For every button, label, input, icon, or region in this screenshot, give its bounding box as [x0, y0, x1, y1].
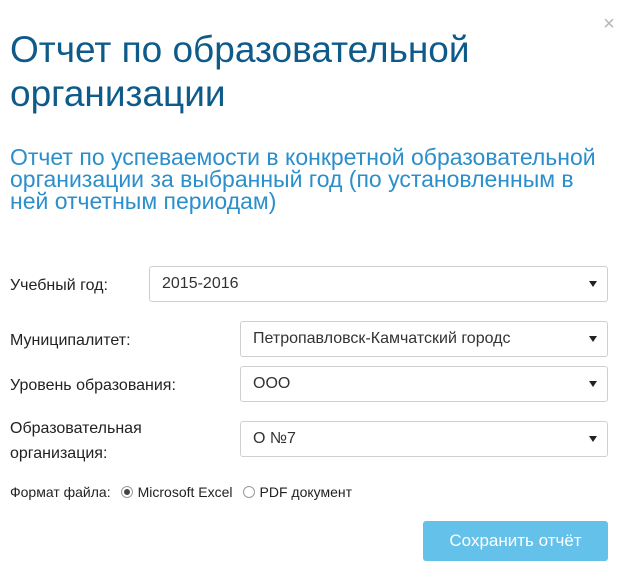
radio-icon[interactable]: [120, 486, 133, 498]
municipality-label: Муниципалитет:: [10, 332, 131, 349]
education-level-label: Уровень образования:: [10, 377, 176, 394]
dialog-title: Отчет по образовательной организации: [10, 29, 470, 114]
file-format-row: Формат файла: Microsoft Excel PDF докуме…: [10, 482, 352, 502]
format-option-excel-label: Microsoft Excel: [137, 484, 233, 500]
academic-year-label: Учебный год:: [10, 277, 108, 294]
education-level-select[interactable]: ООО: [240, 366, 608, 402]
file-format-label: Формат файла:: [10, 484, 111, 500]
organization-label-line2: организация:: [10, 445, 108, 462]
format-option-excel[interactable]: Microsoft Excel: [120, 484, 233, 500]
chevron-down-icon: [589, 281, 597, 287]
save-report-button[interactable]: Сохранить отчёт: [423, 521, 608, 561]
chevron-down-icon: [589, 381, 597, 387]
dialog-subtitle: Отчет по успеваемости в конкретной образ…: [10, 144, 596, 214]
close-icon[interactable]: ×: [599, 14, 619, 34]
academic-year-select[interactable]: 2015-2016: [149, 266, 608, 302]
municipality-select[interactable]: Петропавловск-Камчатский городс: [240, 321, 608, 357]
education-level-value: ООО: [253, 375, 291, 392]
chevron-down-icon: [589, 436, 597, 442]
organization-label-line1: Образовательная: [10, 420, 142, 437]
municipality-value: Петропавловск-Камчатский городс: [253, 330, 511, 347]
radio-icon[interactable]: [242, 486, 255, 498]
academic-year-value: 2015-2016: [162, 275, 239, 292]
chevron-down-icon: [589, 336, 597, 342]
format-option-pdf[interactable]: PDF документ: [242, 484, 353, 500]
format-option-pdf-label: PDF документ: [259, 484, 353, 500]
organization-select[interactable]: О №7: [240, 421, 608, 457]
organization-value: О №7: [253, 430, 296, 447]
